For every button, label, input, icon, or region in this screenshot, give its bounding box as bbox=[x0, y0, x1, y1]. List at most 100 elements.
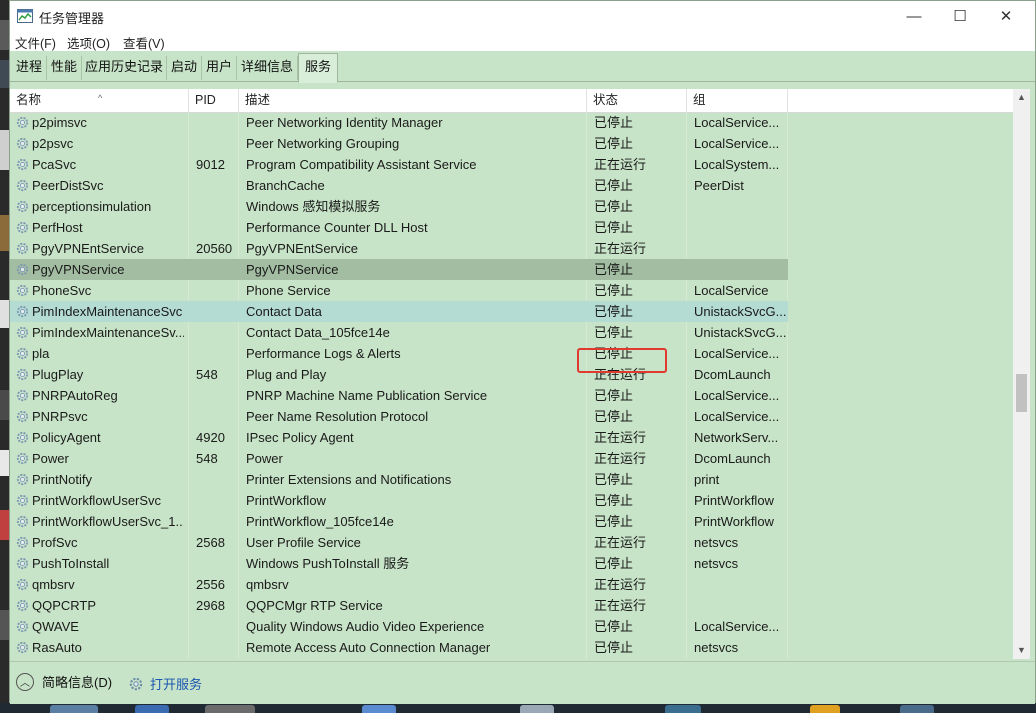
service-gear-icon bbox=[16, 599, 29, 612]
table-row[interactable]: QWAVE Quality Windows Audio Video Experie… bbox=[10, 616, 1019, 637]
fewer-details-button[interactable]: ︿ 简略信息(D) bbox=[16, 672, 112, 691]
tab-app-history[interactable]: 应用历史记录 bbox=[82, 56, 167, 80]
service-group: UnistackSvcG... bbox=[694, 304, 786, 319]
table-row[interactable]: PushToInstall Windows PushToInstall 服务 已停止… bbox=[10, 553, 1019, 574]
service-gear-icon bbox=[16, 473, 29, 486]
service-status: 正在运行 bbox=[594, 157, 647, 172]
service-group bbox=[694, 595, 786, 616]
service-description: User Profile Service bbox=[246, 535, 361, 550]
column-header-status[interactable]: 状态 bbox=[587, 89, 687, 112]
service-gear-icon bbox=[16, 536, 29, 549]
tab-startup[interactable]: 启动 bbox=[167, 56, 202, 80]
service-group: PeerDist bbox=[694, 178, 744, 193]
column-header-pid[interactable]: PID bbox=[189, 89, 239, 112]
tab-details[interactable]: 详细信息 bbox=[237, 56, 298, 80]
service-description: Windows 感知模拟服务 bbox=[246, 199, 381, 214]
service-status: 已停止 bbox=[594, 115, 634, 130]
scroll-up-arrow-icon[interactable]: ▲ bbox=[1013, 89, 1030, 106]
minimize-button[interactable]: — bbox=[891, 1, 937, 31]
status-highlight-box bbox=[577, 348, 667, 373]
service-status: 已停止 bbox=[594, 493, 634, 508]
table-row[interactable]: Power 548 Power 正在运行 DcomLaunch bbox=[10, 448, 1019, 469]
service-status: 正在运行 bbox=[594, 598, 647, 613]
table-row[interactable]: PgyVPNEntService 20560 PgyVPNEntService 正在运… bbox=[10, 238, 1019, 259]
maximize-button[interactable]: ☐ bbox=[937, 1, 983, 31]
service-pid bbox=[196, 637, 236, 658]
table-row[interactable]: perceptionsimulation Windows 感知模拟服务 已停止 bbox=[10, 196, 1019, 217]
scroll-down-arrow-icon[interactable]: ▼ bbox=[1013, 642, 1030, 659]
service-pid bbox=[196, 406, 236, 427]
open-services-link[interactable]: 打开服务 bbox=[128, 674, 202, 693]
service-gear-icon bbox=[16, 284, 29, 297]
table-row[interactable]: RasAuto Remote Access Auto Connection Man… bbox=[10, 637, 1019, 658]
service-pid: 9012 bbox=[196, 157, 225, 172]
table-row[interactable]: PcaSvc 9012 Program Compatibility Assistan… bbox=[10, 154, 1019, 175]
table-row[interactable]: PrintWorkflowUserSvc_1... PrintWorkflow_1… bbox=[10, 511, 1019, 532]
table-row[interactable]: QQPCRTP 2968 QQPCMgr RTP Service 正在运行 bbox=[10, 595, 1019, 616]
service-pid: 548 bbox=[196, 451, 218, 466]
open-services-label: 打开服务 bbox=[150, 677, 203, 692]
table-row[interactable]: PerfHost Performance Counter DLL Host 已停止 bbox=[10, 217, 1019, 238]
menu-options[interactable]: 选项(O) bbox=[67, 33, 110, 52]
service-description: Power bbox=[246, 451, 283, 466]
table-row[interactable]: ProfSvc 2568 User Profile Service 正在运行 netsv… bbox=[10, 532, 1019, 553]
table-row[interactable]: PimIndexMaintenanceSv... Contact Data_105… bbox=[10, 322, 1019, 343]
column-header-description[interactable]: 描述 bbox=[239, 89, 587, 112]
service-name: PgyVPNEntService bbox=[32, 241, 144, 256]
table-row[interactable]: PlugPlay 548 Plug and Play 正在运行 DcomLaunch bbox=[10, 364, 1019, 385]
service-status: 已停止 bbox=[594, 283, 634, 298]
service-description: Printer Extensions and Notifications bbox=[246, 472, 452, 487]
service-description: Quality Windows Audio Video Experience bbox=[246, 619, 485, 634]
table-row[interactable]: p2pimsvc Peer Networking Identity Manager… bbox=[10, 112, 1019, 133]
service-gear-icon bbox=[16, 494, 29, 507]
table-row[interactable]: qmbsrv 2556 qmbsrv 正在运行 bbox=[10, 574, 1019, 595]
close-button[interactable]: ✕ bbox=[983, 1, 1029, 31]
table-row[interactable]: PrintWorkflowUserSvc PrintWorkflow 已停止 Prin… bbox=[10, 490, 1019, 511]
table-row[interactable]: PolicyAgent 4920 IPsec Policy Agent 正在运行 Net… bbox=[10, 427, 1019, 448]
service-pid bbox=[196, 511, 236, 532]
service-pid bbox=[196, 322, 236, 343]
table-row[interactable]: PeerDistSvc BranchCache 已停止 PeerDist bbox=[10, 175, 1019, 196]
table-row[interactable]: PgyVPNService PgyVPNService 已停止 bbox=[10, 259, 788, 280]
service-group: netsvcs bbox=[694, 535, 739, 550]
sort-ascending-icon: ^ bbox=[98, 93, 103, 103]
table-row[interactable]: p2psvc Peer Networking Grouping 已停止 LocalSe… bbox=[10, 133, 1019, 154]
service-description: PgyVPNService bbox=[246, 262, 339, 277]
menu-view[interactable]: 查看(V) bbox=[123, 33, 165, 52]
table-header: 名称 ^ PID 描述 状态 组 bbox=[10, 89, 1019, 113]
service-name: QQPCRTP bbox=[32, 598, 97, 613]
service-pid bbox=[196, 217, 236, 238]
service-status: 已停止 bbox=[594, 325, 634, 340]
column-header-group[interactable]: 组 bbox=[687, 89, 788, 112]
service-status: 已停止 bbox=[594, 409, 634, 424]
vertical-scrollbar[interactable]: ▲ ▼ bbox=[1013, 89, 1030, 659]
service-group bbox=[694, 238, 786, 259]
tab-performance[interactable]: 性能 bbox=[47, 56, 82, 80]
table-row[interactable]: PNRPsvc Peer Name Resolution Protocol 已停止 L… bbox=[10, 406, 1019, 427]
service-gear-icon bbox=[16, 557, 29, 570]
service-name: PrintWorkflowUserSvc bbox=[32, 493, 162, 508]
menu-file[interactable]: 文件(F) bbox=[15, 33, 56, 52]
table-row[interactable]: pla Performance Logs & Alerts 已停止 LocalServ… bbox=[10, 343, 1019, 364]
service-group bbox=[694, 574, 786, 595]
service-description: PrintWorkflow_105fce14e bbox=[246, 514, 394, 529]
service-pid bbox=[196, 112, 236, 133]
tab-users[interactable]: 用户 bbox=[202, 56, 237, 80]
table-row[interactable]: PimIndexMaintenanceSvc Contact Data 已停止 Uni… bbox=[10, 301, 788, 322]
scrollbar-thumb[interactable] bbox=[1016, 374, 1027, 412]
service-group: print bbox=[694, 472, 720, 487]
tab-processes[interactable]: 进程 bbox=[12, 56, 47, 80]
service-name: PrintNotify bbox=[32, 472, 92, 487]
service-name: RasAuto bbox=[32, 640, 82, 655]
table-row[interactable]: PNRPAutoReg PNRP Machine Name Publication… bbox=[10, 385, 1019, 406]
service-description: IPsec Policy Agent bbox=[246, 430, 354, 445]
menu-bar: 文件(F) 选项(O) 查看(V) bbox=[10, 31, 1035, 51]
table-row[interactable]: PrintNotify Printer Extensions and Notifi… bbox=[10, 469, 1019, 490]
column-header-name[interactable]: 名称 ^ bbox=[10, 89, 189, 112]
service-status: 已停止 bbox=[594, 619, 634, 634]
service-name: p2pimsvc bbox=[32, 115, 87, 130]
service-gear-icon bbox=[16, 263, 29, 276]
service-name: PushToInstall bbox=[32, 556, 110, 571]
table-row[interactable]: PhoneSvc Phone Service 已停止 LocalService bbox=[10, 280, 1019, 301]
tab-services[interactable]: 服务 bbox=[298, 53, 338, 83]
